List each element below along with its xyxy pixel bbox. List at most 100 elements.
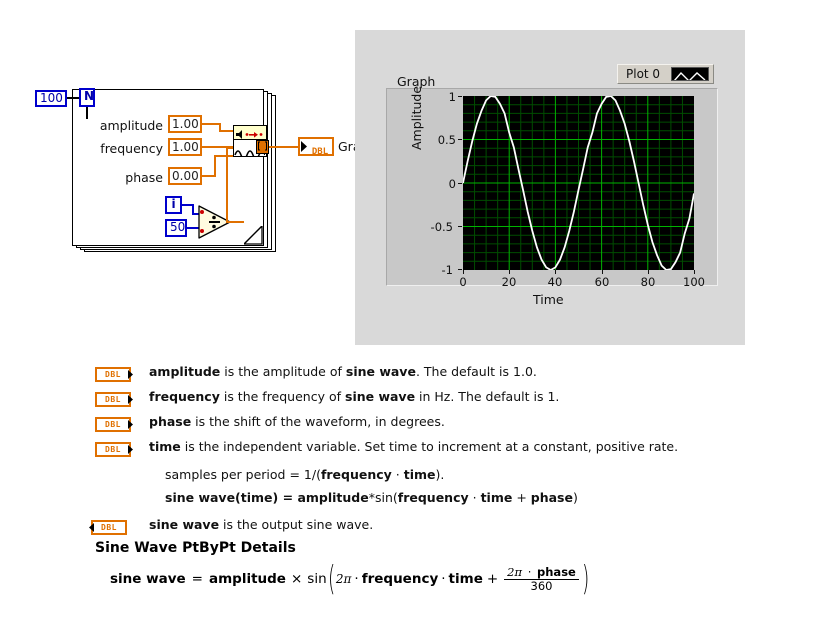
x-tick-label-20: 20 — [501, 275, 517, 289]
output-arrow-icon — [89, 523, 94, 532]
dbl-icon-label: DBL — [105, 395, 121, 404]
x-axis-title: Time — [533, 292, 564, 307]
desc-text-time: time is the independent variable. Set ti… — [149, 439, 679, 454]
formula-num-phase: phase — [537, 564, 576, 579]
plot-legend[interactable]: Plot 0 — [617, 64, 714, 84]
x-tick-mark-0 — [463, 270, 464, 274]
desc-subline-samples-per-period: samples per period = 1/(frequency · time… — [165, 467, 445, 482]
y-tick-label-1: 1 — [448, 90, 456, 104]
input-arrow-icon — [128, 370, 133, 379]
x-tick-label-0: 0 — [459, 275, 467, 289]
desc-row-phase: DBL phase is the shift of the waveform, … — [95, 414, 735, 439]
formula-time: time — [448, 571, 483, 588]
formula-sin: sin — [307, 571, 327, 588]
dbl-input-terminal-icon: DBL — [95, 367, 133, 382]
x-tick-mark-60 — [602, 270, 603, 274]
formula-num-dot: · — [527, 564, 532, 579]
y-tick-label-0_5: 0.5 — [437, 133, 456, 147]
y-axis-title: Amplitude — [409, 85, 424, 150]
input-arrow-icon — [128, 445, 133, 454]
terminal-input-arrow-icon — [301, 141, 307, 152]
plot-area[interactable] — [463, 96, 694, 270]
details-heading: Sine Wave PtByPt Details — [95, 540, 296, 556]
desc-row-frequency: DBL frequency is the frequency of sine w… — [95, 389, 735, 414]
parameter-description-list: DBL amplitude is the amplitude of sine w… — [89, 364, 735, 541]
formula-num-two-pi: 2π — [507, 564, 523, 579]
x-tick-mark-80 — [648, 270, 649, 274]
x-tick-label-100: 100 — [683, 275, 705, 289]
block-diagram: 100 N amplitude 1.00 frequency 1.00 phas… — [30, 85, 376, 265]
x-tick-label-40: 40 — [547, 275, 563, 289]
wire-amplitude-in — [219, 130, 233, 132]
amplitude-label: amplitude — [99, 118, 163, 133]
formula-dot-2: · — [441, 571, 446, 588]
desc-row-output-sine-wave: DBL sine wave is the output sine wave. — [89, 517, 735, 541]
wire-divide-up — [226, 147, 228, 223]
desc-text-phase: phase is the shift of the waveform, in d… — [149, 414, 445, 429]
sine-wave-formula: sine wave = amplitude × sin ( 2π · frequ… — [110, 559, 590, 599]
y-tick-label-0: 0 — [448, 177, 456, 191]
wire-phase-in — [214, 155, 233, 157]
formula-dot-1: · — [354, 571, 359, 588]
input-arrow-icon — [128, 420, 133, 429]
dbl-input-terminal-icon: DBL — [95, 417, 133, 432]
frequency-constant[interactable]: 1.00 — [168, 138, 202, 156]
dbl-icon-label: DBL — [101, 523, 117, 532]
amplitude-constant[interactable]: 1.00 — [168, 115, 202, 133]
frequency-label: frequency — [100, 141, 163, 156]
for-loop-corner-fold-icon — [244, 226, 263, 245]
desc-subline-sine-wave-equation: sine wave(time) = amplitude*sin(frequenc… — [165, 490, 578, 505]
formula-equals: = — [191, 571, 203, 588]
desc-text-amplitude: amplitude is the amplitude of sine wave.… — [149, 364, 537, 379]
dbl-icon-label: DBL — [105, 445, 121, 454]
dbl-input-terminal-icon: DBL — [95, 442, 133, 457]
y-tick-mark-0 — [458, 183, 462, 184]
graph-indicator-terminal[interactable]: DBL — [298, 137, 334, 157]
formula-fraction: 2π · phase 360 — [504, 564, 579, 593]
plot-legend-swatch[interactable] — [671, 67, 709, 81]
y-tick-mark-1 — [458, 96, 462, 97]
dbl-input-terminal-icon: DBL — [95, 392, 133, 407]
y-tick-label-neg0_5: -0.5 — [430, 220, 453, 234]
x-tick-mark-100 — [694, 270, 695, 274]
wire-count-to-n — [67, 97, 79, 99]
plot-legend-label: Plot 0 — [626, 67, 661, 81]
formula-fraction-denominator: 360 — [504, 578, 579, 593]
x-tick-mark-40 — [555, 270, 556, 274]
desc-row-amplitude: DBL amplitude is the amplitude of sine w… — [95, 364, 735, 389]
plot-line-style-icon — [673, 71, 706, 80]
x-tick-label-80: 80 — [640, 275, 656, 289]
vi-icon-top-section — [234, 126, 266, 140]
loop-indexing-tunnel[interactable] — [256, 140, 269, 154]
formula-open-paren: ( — [327, 559, 335, 599]
wire-divide-up-bend — [226, 221, 242, 223]
x-tick-mark-20 — [509, 270, 510, 274]
dbl-output-terminal-icon: DBL — [89, 520, 127, 535]
formula-lhs: sine wave — [110, 571, 186, 588]
formula-amplitude: amplitude — [208, 571, 286, 588]
wire-tunnel-to-graph — [269, 146, 300, 148]
y-tick-mark-0_5 — [458, 139, 462, 140]
dbl-icon-label: DBL — [105, 420, 121, 429]
formula-frequency: frequency — [361, 571, 439, 588]
formula-two-pi: 2π — [335, 572, 352, 587]
plot-svg — [463, 96, 694, 270]
formula-times: × — [290, 571, 303, 588]
x-tick-label-60: 60 — [594, 275, 610, 289]
y-tick-mark-neg1 — [458, 269, 462, 270]
dbl-icon-label: DBL — [105, 370, 121, 379]
desc-text-frequency: frequency is the frequency of sine wave … — [149, 389, 560, 404]
formula-plus: + — [486, 571, 499, 588]
desc-row-time: DBL time is the independent variable. Se… — [95, 439, 735, 463]
phase-constant[interactable]: 0.00 — [168, 167, 202, 185]
iteration-terminal[interactable]: i — [165, 196, 182, 214]
y-tick-mark-neg0_5 — [458, 226, 462, 227]
divisor-constant[interactable]: 50 — [165, 219, 187, 237]
loop-count-constant[interactable]: 100 — [35, 90, 67, 107]
desc-text-output-sine-wave: sine wave is the output sine wave. — [149, 517, 374, 532]
phase-label: phase — [125, 170, 163, 185]
loop-count-terminal[interactable]: N — [79, 88, 95, 107]
input-arrow-icon — [128, 395, 133, 404]
formula-close-paren: ) — [581, 559, 590, 599]
wire-phase-up — [214, 155, 216, 177]
